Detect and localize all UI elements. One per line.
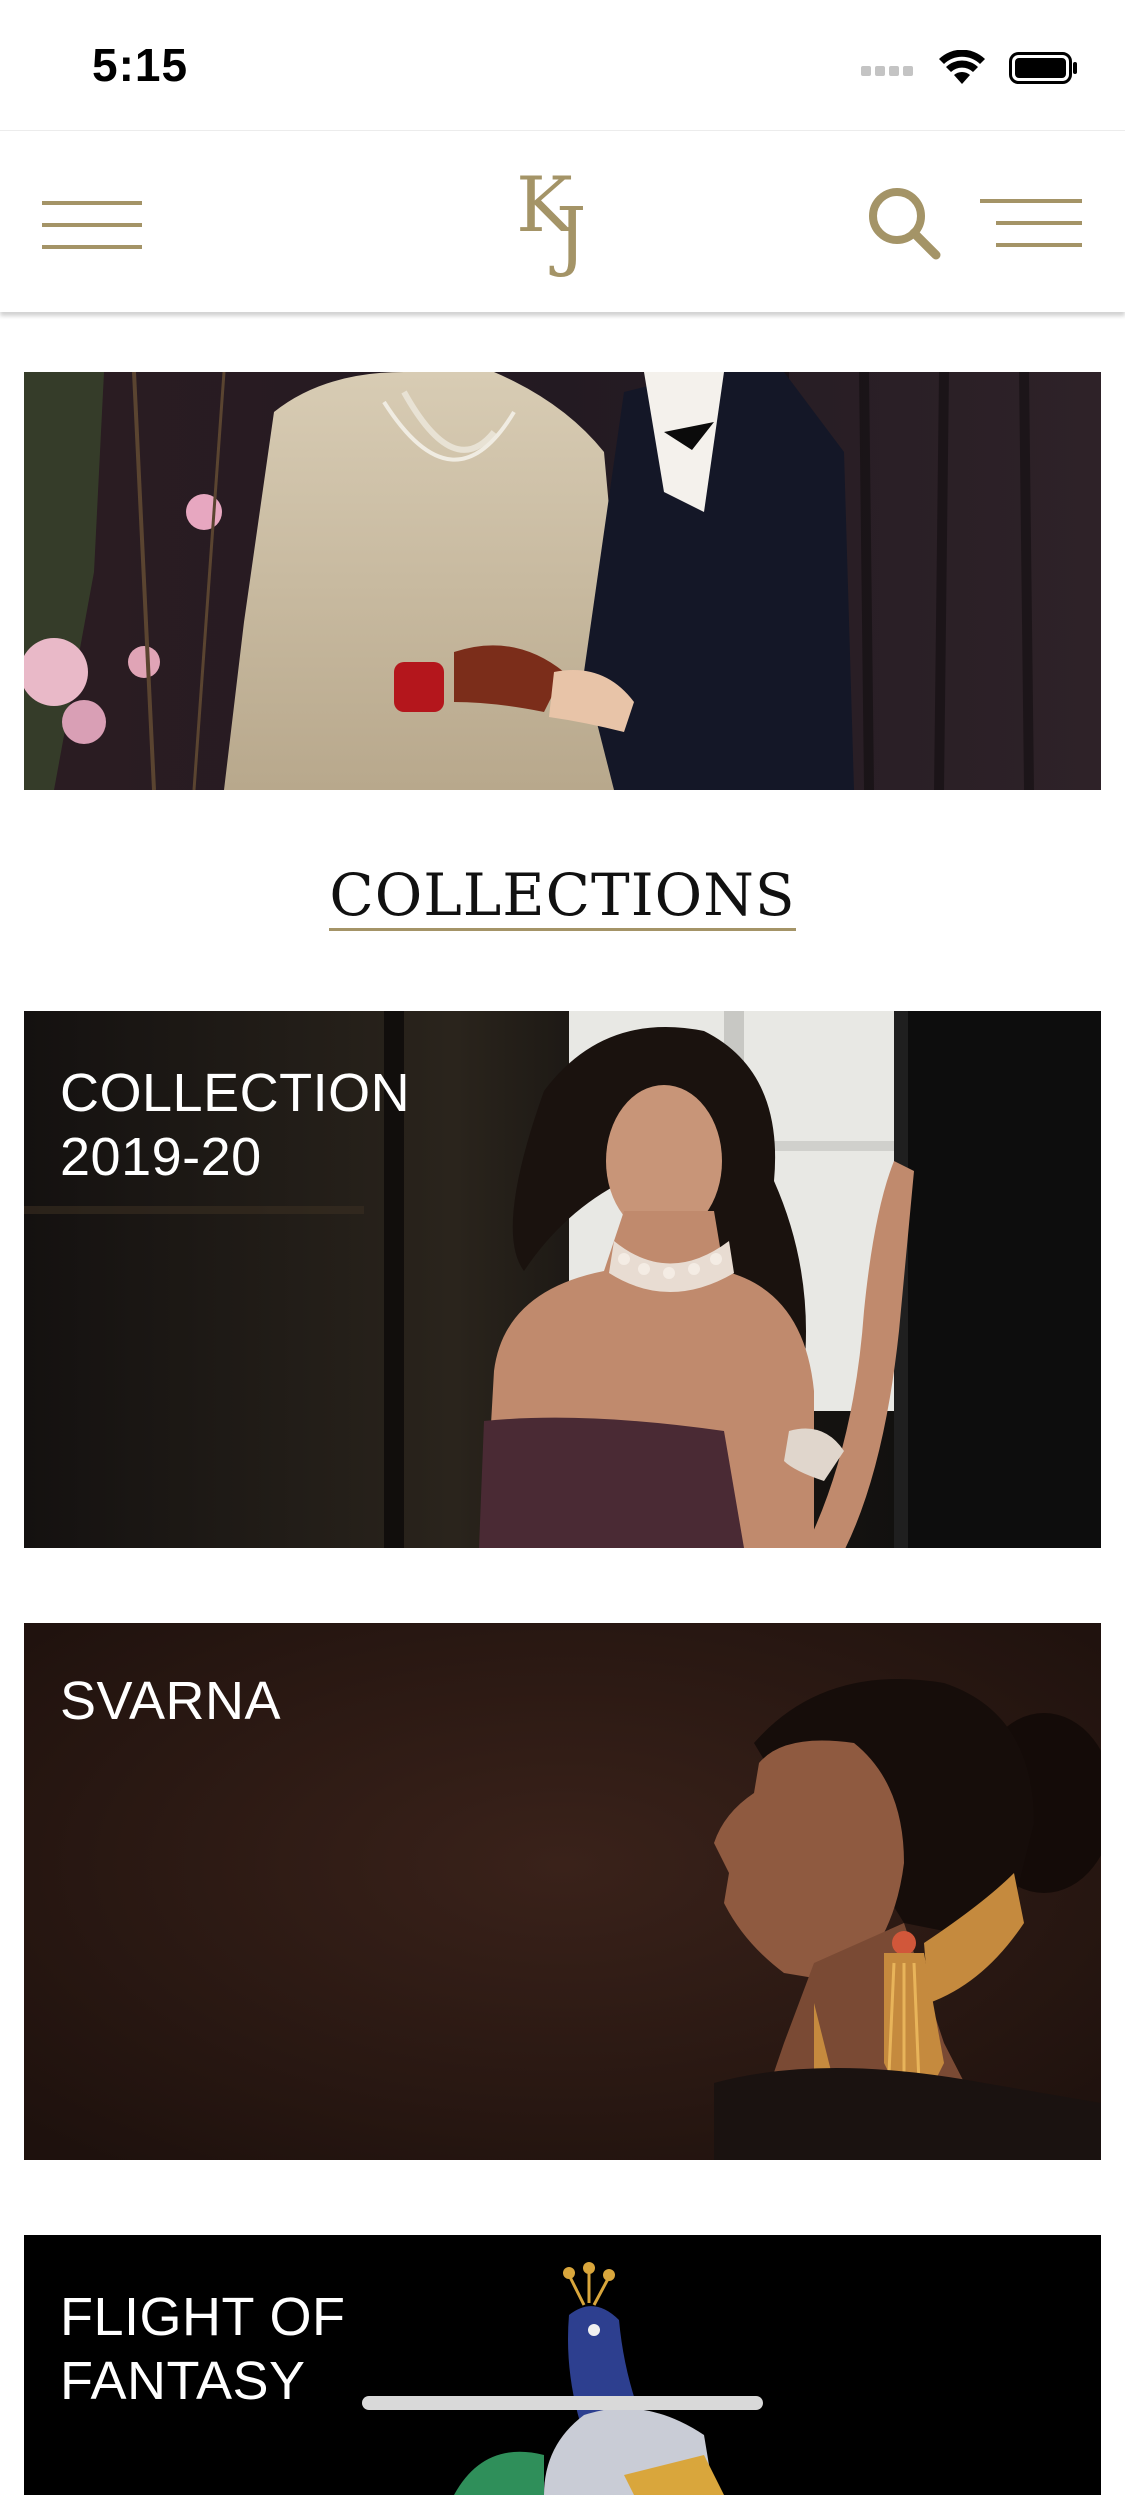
hero-banner[interactable]	[24, 372, 1101, 790]
collection-card-svarna[interactable]: SVARNA	[24, 1623, 1101, 2160]
status-time: 5:15	[92, 39, 189, 91]
search-button[interactable]	[866, 185, 942, 261]
filter-menu-icon	[980, 199, 1082, 247]
collection-label: SVARNA	[60, 1671, 282, 1731]
menu-button[interactable]	[42, 199, 144, 253]
collection-card-flight-of-fantasy[interactable]: FLIGHT OF FANTASY	[24, 2235, 1101, 2495]
logo-text: KJ	[612, 165, 613, 166]
filter-button[interactable]	[980, 195, 1084, 255]
status-bar: 5:15	[0, 0, 1125, 130]
collection-card-2019-20[interactable]: COLLECTION 2019-20	[24, 1011, 1101, 1548]
search-icon	[869, 188, 941, 260]
status-icons	[861, 48, 1079, 88]
hamburger-menu-icon	[42, 201, 142, 249]
brand-logo[interactable]: K J KJ	[512, 160, 613, 279]
collection-label: FLIGHT OF FANTASY	[60, 2287, 346, 2411]
collection-label: COLLECTION 2019-20	[60, 1063, 411, 1187]
collections-heading: COLLECTIONS	[0, 862, 1125, 931]
wifi-icon	[939, 50, 985, 84]
app-header: K J KJ	[0, 130, 1125, 312]
bridal-couple-photo	[24, 372, 1101, 790]
collections-title: COLLECTIONS	[329, 861, 796, 931]
battery-icon	[1009, 52, 1077, 84]
home-indicator[interactable]	[362, 2396, 763, 2410]
signal-icon	[861, 66, 913, 76]
